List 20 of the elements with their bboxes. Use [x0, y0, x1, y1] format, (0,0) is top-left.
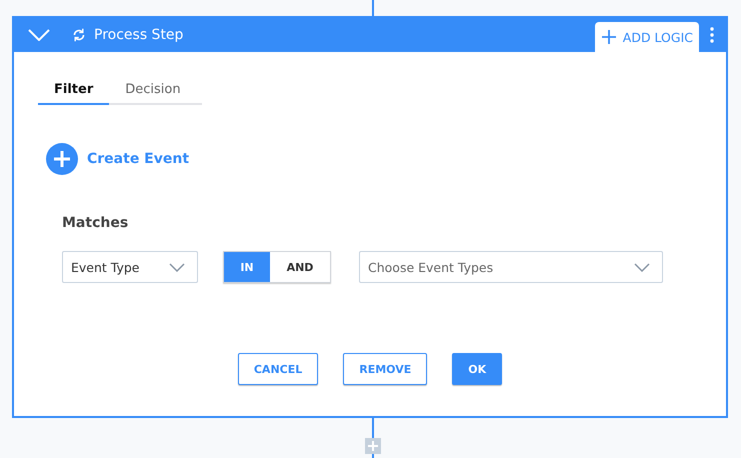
tab[interactable]: Filter: [38, 78, 110, 105]
more-options-icon[interactable]: [710, 27, 714, 43]
tab[interactable]: Decision: [109, 78, 197, 105]
step-title: Process Step: [94, 27, 184, 43]
chevron-down-icon: [634, 262, 650, 272]
plus-icon: [600, 29, 617, 45]
dialog-button[interactable]: REMOVE: [343, 353, 428, 385]
collapse-icon[interactable]: [28, 29, 50, 41]
ok-button[interactable]: OK: [452, 353, 502, 385]
event-types-select[interactable]: Choose Event Types: [359, 251, 663, 283]
chevron-down-icon: [169, 262, 185, 272]
add-logic-button[interactable]: ADD LOGIC: [594, 22, 699, 52]
operator-option[interactable]: AND: [270, 252, 330, 282]
matches-label: Matches: [62, 215, 130, 231]
event-type-select[interactable]: Event Type: [62, 251, 198, 283]
create-event-button[interactable]: Create Event: [46, 143, 190, 175]
dialog-button[interactable]: CANCEL: [238, 353, 318, 385]
operator-option[interactable]: IN: [224, 252, 270, 282]
refresh-icon: [72, 28, 86, 42]
plus-circle-icon: [46, 143, 78, 175]
